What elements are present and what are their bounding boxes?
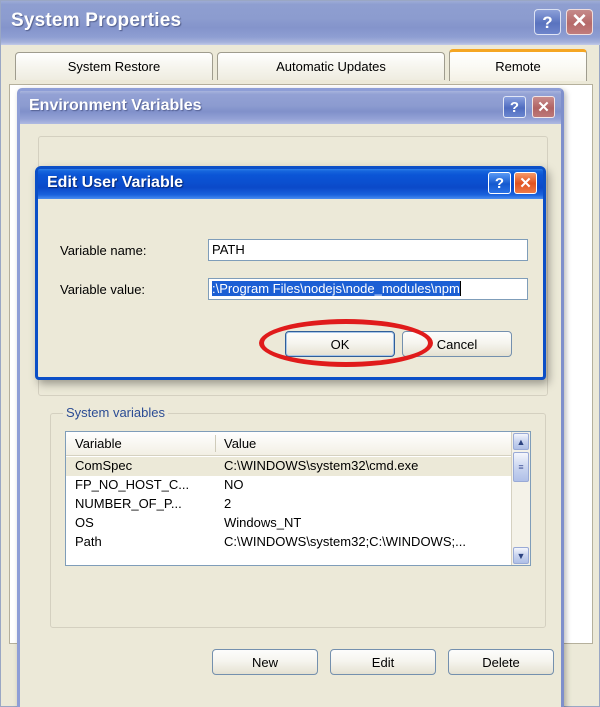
cell-variable: FP_NO_HOST_C...	[75, 477, 190, 492]
scroll-down-arrow-icon[interactable]: ▼	[513, 547, 529, 564]
system-variables-group-label: System variables	[63, 405, 168, 420]
table-row[interactable]: Path C:\WINDOWS\system32;C:\WINDOWS;...	[66, 533, 530, 552]
new-button[interactable]: New	[212, 649, 318, 675]
variable-value-label: Variable value:	[60, 282, 146, 297]
tab-remote[interactable]: Remote	[449, 49, 587, 81]
system-variables-group: System variables Variable Value ComSpec …	[50, 405, 546, 628]
edit-button[interactable]: Edit	[330, 649, 436, 675]
close-icon[interactable]: ✕	[514, 172, 537, 194]
cell-variable: OS	[75, 515, 94, 530]
variable-value-selected-text: :\Program Files\nodejs\node_modules\npm	[212, 281, 460, 296]
table-scrollbar[interactable]: ▲ ≡ ▼	[511, 432, 530, 565]
tab-automatic-updates-label: Automatic Updates	[276, 59, 386, 74]
tab-remote-label: Remote	[495, 59, 541, 74]
column-header-value[interactable]: Value	[224, 436, 256, 451]
delete-button[interactable]: Delete	[448, 649, 554, 675]
cell-variable: NUMBER_OF_P...	[75, 496, 182, 511]
tab-automatic-updates[interactable]: Automatic Updates	[217, 52, 445, 80]
tab-system-restore[interactable]: System Restore	[15, 52, 213, 80]
edit-user-variable-dialog: Edit User Variable ? ✕ Variable name: PA…	[35, 166, 546, 380]
variable-name-label: Variable name:	[60, 243, 147, 258]
edit-user-variable-cancel-button[interactable]: Cancel	[402, 331, 512, 357]
system-properties-titlebar: System Properties ? ✕	[1, 1, 600, 45]
close-glyph: ✕	[571, 10, 588, 32]
variable-name-input[interactable]: PATH	[208, 239, 528, 261]
scroll-up-arrow-icon[interactable]: ▲	[513, 433, 529, 450]
screenshot-root: System Properties ? ✕ System Restore Aut…	[0, 0, 600, 707]
table-row[interactable]: ComSpec C:\WINDOWS\system32\cmd.exe	[66, 457, 530, 476]
cell-value: NO	[224, 477, 244, 492]
system-properties-title: System Properties	[11, 10, 182, 31]
edit-user-variable-title: Edit User Variable	[47, 174, 184, 191]
table-header-row: Variable Value	[66, 432, 530, 456]
help-icon[interactable]: ?	[488, 172, 511, 194]
close-icon[interactable]: ✕	[566, 9, 593, 35]
column-divider[interactable]	[215, 435, 216, 452]
system-variables-table[interactable]: Variable Value ComSpec C:\WINDOWS\system…	[65, 431, 531, 566]
system-properties-tabstrip: System Restore Automatic Updates Remote	[1, 48, 600, 85]
column-header-variable[interactable]: Variable	[75, 436, 122, 451]
environment-variables-title: Environment Variables	[29, 97, 202, 114]
edit-user-variable-ok-button[interactable]: OK	[285, 331, 395, 357]
table-row[interactable]: FP_NO_HOST_C... NO	[66, 476, 530, 495]
cell-value: C:\WINDOWS\system32\cmd.exe	[224, 458, 419, 473]
environment-variables-titlebar: Environment Variables ? ✕	[20, 91, 561, 124]
cell-value: Windows_NT	[224, 515, 302, 530]
cell-variable: ComSpec	[75, 458, 133, 473]
help-icon[interactable]: ?	[534, 9, 561, 35]
scrollbar-thumb[interactable]: ≡	[513, 452, 529, 482]
cell-variable: Path	[75, 534, 102, 549]
edit-user-variable-titlebar: Edit User Variable ? ✕	[38, 169, 543, 199]
tab-system-restore-label: System Restore	[67, 59, 161, 74]
table-row[interactable]: NUMBER_OF_P... 2	[66, 495, 530, 514]
close-icon[interactable]: ✕	[532, 96, 555, 118]
variable-value-input[interactable]: :\Program Files\nodejs\node_modules\npm	[208, 278, 528, 300]
table-row[interactable]: OS Windows_NT	[66, 514, 530, 533]
cell-value: C:\WINDOWS\system32;C:\WINDOWS;...	[224, 534, 466, 549]
cell-value: 2	[224, 496, 232, 511]
text-caret	[459, 281, 461, 296]
help-icon[interactable]: ?	[503, 96, 526, 118]
